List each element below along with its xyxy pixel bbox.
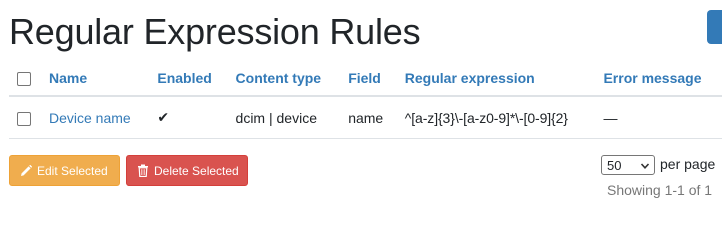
cell-name: Device name xyxy=(41,96,150,139)
per-page-select[interactable]: 50 xyxy=(601,155,655,175)
row-select-cell xyxy=(9,96,41,139)
rules-table: Name Enabled Content type Field Regular … xyxy=(9,61,722,139)
cell-regex: ^[a-z]{3}\-[a-z0-9]*\-[0-9]{2} xyxy=(396,96,596,139)
cell-content-type: dcim | device xyxy=(227,96,341,139)
cell-error-message: — xyxy=(595,96,722,139)
page-title: Regular Expression Rules xyxy=(9,11,421,52)
table-row: Device name ✔ dcim | device name ^[a-z]{… xyxy=(9,96,722,139)
chevron-down-icon xyxy=(640,159,650,174)
column-header-field[interactable]: Field xyxy=(340,61,397,97)
column-header-enabled[interactable]: Enabled xyxy=(149,61,228,97)
column-header-content-type[interactable]: Content type xyxy=(227,61,341,97)
page: Regular Expression Rules Name Enabled Co… xyxy=(0,0,722,207)
pencil-icon xyxy=(20,164,32,177)
column-header-error-message[interactable]: Error message xyxy=(595,61,722,97)
per-page-label: per page xyxy=(660,156,716,172)
cell-field: name xyxy=(340,96,397,139)
row-checkbox[interactable] xyxy=(17,111,31,126)
enabled-check-icon: ✔ xyxy=(157,109,170,125)
column-header-name[interactable]: Name xyxy=(41,61,150,97)
select-all-checkbox[interactable] xyxy=(17,72,31,87)
table-header-row: Name Enabled Content type Field Regular … xyxy=(9,61,722,97)
rule-name-link[interactable]: Device name xyxy=(49,110,131,126)
delete-selected-label: Delete Selected xyxy=(154,163,239,178)
per-page-value: 50 xyxy=(607,157,622,173)
column-header-regex[interactable]: Regular expression xyxy=(396,61,596,97)
cell-enabled: ✔ xyxy=(149,96,228,139)
edit-selected-label: Edit Selected xyxy=(37,163,108,178)
corner-action-button[interactable] xyxy=(707,10,722,44)
trash-icon xyxy=(137,164,149,177)
delete-selected-button[interactable]: Delete Selected xyxy=(126,155,248,186)
edit-selected-button[interactable]: Edit Selected xyxy=(9,155,120,186)
select-all-cell xyxy=(9,61,41,97)
pagination-summary: Showing 1-1 of 1 xyxy=(607,182,713,198)
